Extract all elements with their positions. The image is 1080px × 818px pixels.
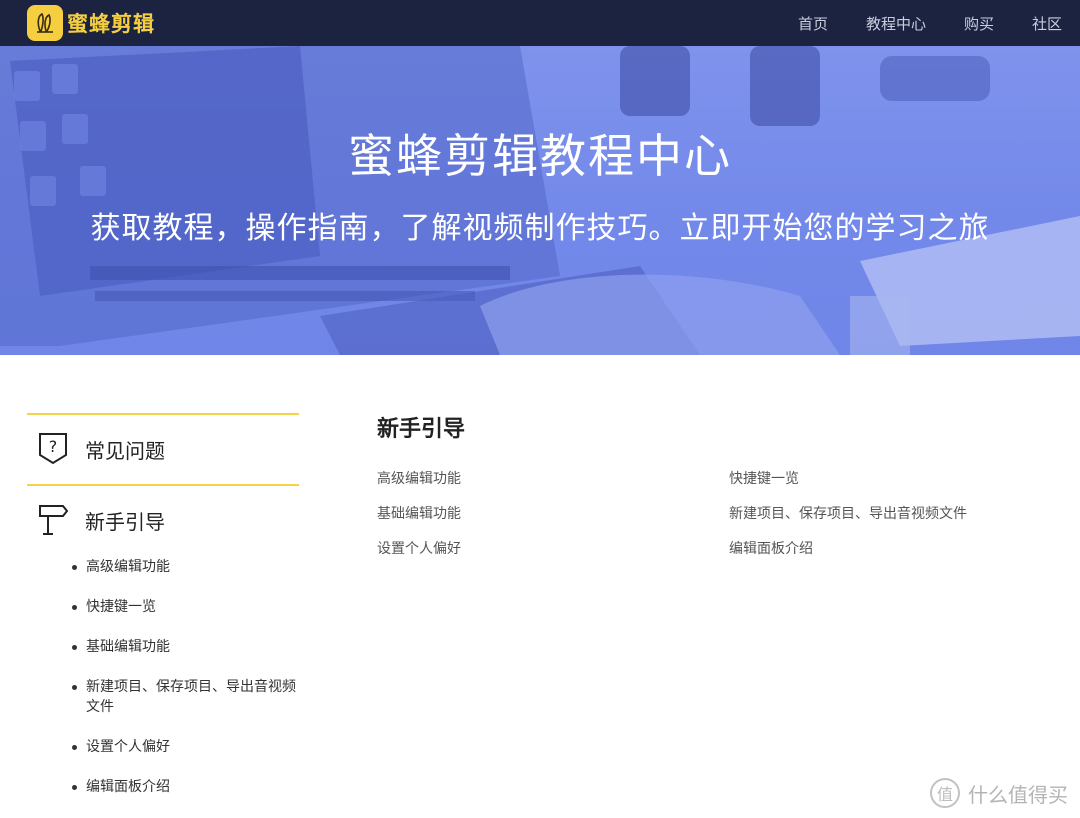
tutorial-link-basic-editing[interactable]: 基础编辑功能 xyxy=(377,504,729,524)
sidebar-list: 高级编辑功能 快捷键一览 基础编辑功能 新建项目、保存项目、导出音视频文件 设置… xyxy=(27,557,299,797)
main-nav: 首页 教程中心 购买 社区 xyxy=(760,0,1062,46)
hero-title: 蜜蜂剪辑教程中心 xyxy=(348,129,732,183)
hero-subtitle: 获取教程，操作指南，了解视频制作技巧。立即开始您的学习之旅 xyxy=(90,211,990,246)
question-shield-icon: ? xyxy=(37,430,69,470)
tutorial-content: 新手引导 高级编辑功能 快捷键一览 基础编辑功能 新建项目、保存项目、导出音视频… xyxy=(377,413,1057,559)
sidebar-item-preferences[interactable]: 设置个人偏好 xyxy=(72,737,302,757)
tutorial-link-grid: 高级编辑功能 快捷键一览 基础编辑功能 新建项目、保存项目、导出音视频文件 设置… xyxy=(377,469,1057,559)
sidebar-category-faq[interactable]: ? 常见问题 xyxy=(27,413,299,484)
top-nav-bar: 蜜蜂剪辑 首页 教程中心 购买 社区 xyxy=(0,0,1080,46)
sidebar-item-basic-editing[interactable]: 基础编辑功能 xyxy=(72,637,302,657)
bee-icon xyxy=(27,5,63,41)
tutorial-link-project-export[interactable]: 新建项目、保存项目、导出音视频文件 xyxy=(729,504,1049,524)
section-title: 新手引导 xyxy=(377,417,466,442)
nav-tutorial-center[interactable]: 教程中心 xyxy=(866,13,926,34)
signpost-icon xyxy=(37,501,69,541)
sidebar-category-label: 新手引导 xyxy=(85,510,165,534)
nav-community[interactable]: 社区 xyxy=(1032,13,1062,34)
sidebar-item-advanced-editing[interactable]: 高级编辑功能 xyxy=(72,557,302,577)
sidebar-item-edit-panel[interactable]: 编辑面板介绍 xyxy=(72,777,302,797)
sidebar-category-label: 常见问题 xyxy=(85,439,165,463)
watermark-text: 什么值得买 xyxy=(968,782,1068,807)
tutorial-link-shortcuts[interactable]: 快捷键一览 xyxy=(729,469,1049,489)
tutorial-sidebar: ? 常见问题 新手引导 高级编辑功能 快捷键一览 基础编辑功能 新建项目、保存项… xyxy=(27,413,299,817)
hero-background-image xyxy=(0,46,1080,355)
nav-buy[interactable]: 购买 xyxy=(964,13,994,34)
sidebar-item-shortcuts[interactable]: 快捷键一览 xyxy=(72,597,302,617)
sidebar-item-project-export[interactable]: 新建项目、保存项目、导出音视频文件 xyxy=(72,677,302,717)
tutorial-link-preferences[interactable]: 设置个人偏好 xyxy=(377,539,729,559)
tutorial-link-advanced-editing[interactable]: 高级编辑功能 xyxy=(377,469,729,489)
hero-banner: 蜜蜂剪辑教程中心 获取教程，操作指南，了解视频制作技巧。立即开始您的学习之旅 xyxy=(0,46,1080,355)
tutorial-link-edit-panel[interactable]: 编辑面板介绍 xyxy=(729,539,1049,559)
sidebar-category-beginner-guide[interactable]: 新手引导 xyxy=(27,484,299,555)
svg-text:?: ? xyxy=(49,437,58,456)
brand-name: 蜜蜂剪辑 xyxy=(67,12,155,36)
watermark: 值 什么值得买 xyxy=(930,778,1068,808)
nav-home[interactable]: 首页 xyxy=(798,13,828,34)
brand-logo[interactable]: 蜜蜂剪辑 xyxy=(27,4,155,42)
watermark-seal-icon: 值 xyxy=(930,778,960,808)
